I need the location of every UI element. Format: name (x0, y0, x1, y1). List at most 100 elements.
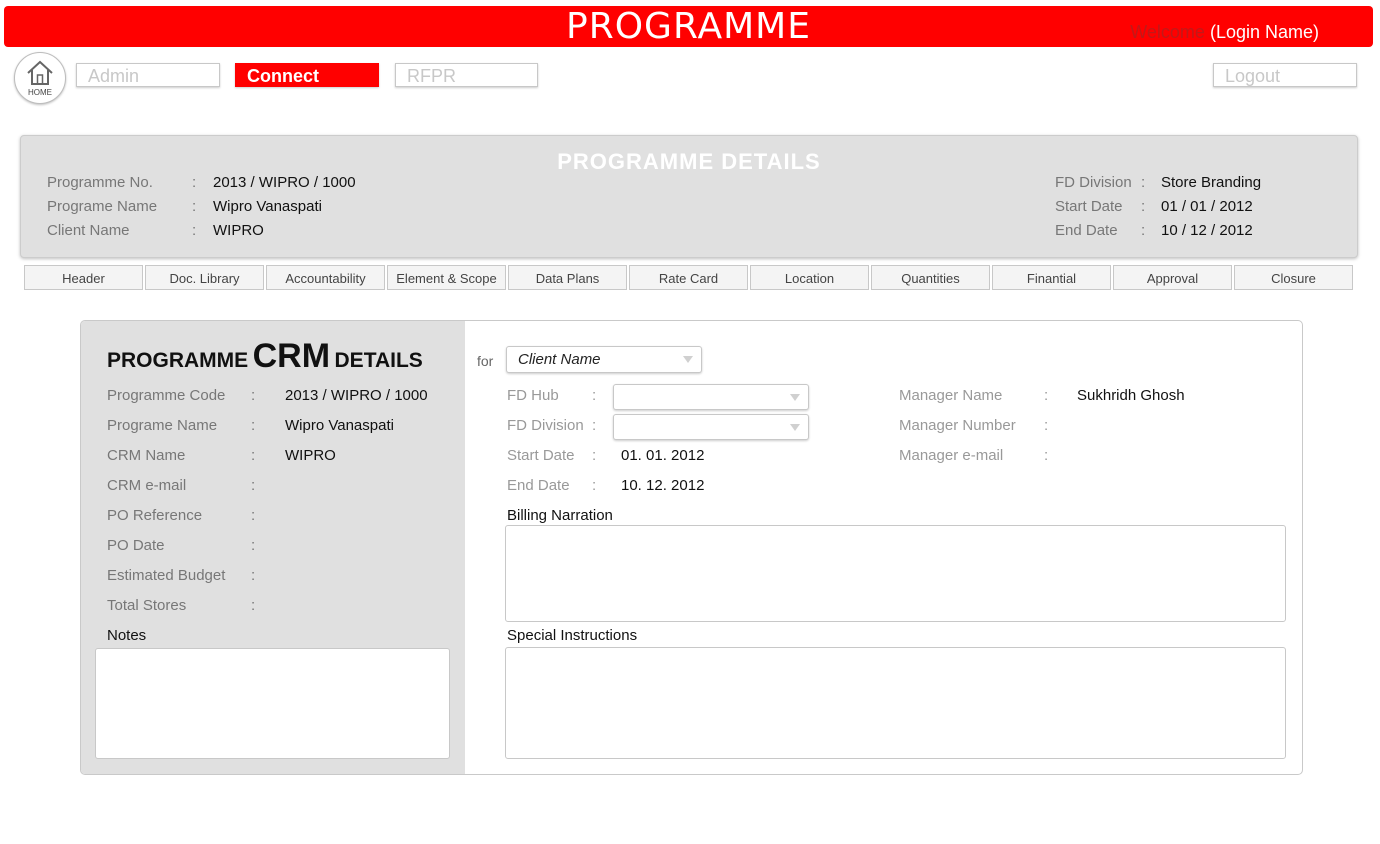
field-colon: : (251, 477, 256, 494)
detail-row-programme-no: Programme No.:2013 / WIPRO / 1000 (47, 174, 356, 192)
field-label: Manager e-mail (899, 447, 1004, 464)
tab-element-scope[interactable]: Element & Scope (387, 265, 506, 290)
detail-value: 2013 / WIPRO / 1000 (213, 174, 356, 191)
field-colon: : (592, 417, 597, 434)
field-colon: : (592, 447, 597, 464)
field-value: Sukhridh Ghosh (1077, 387, 1185, 404)
programme-details-panel: PROGRAMME DETAILS Programme No.:2013 / W… (20, 135, 1358, 258)
field-colon: : (592, 387, 597, 404)
title-programme: PROGRAMME (107, 349, 249, 372)
detail-colon: : (192, 198, 197, 215)
field-label: Manager Number (899, 417, 1016, 434)
section-tabs: Header Doc. Library Accountability Eleme… (24, 265, 1354, 290)
tab-finantial[interactable]: Finantial (992, 265, 1111, 290)
field-value: 2013 / WIPRO / 1000 (285, 387, 428, 404)
tab-header[interactable]: Header (24, 265, 143, 290)
field-colon: : (251, 387, 256, 404)
tab-approval[interactable]: Approval (1113, 265, 1232, 290)
field-label: PO Reference (107, 507, 203, 524)
detail-label: Client Name (47, 222, 130, 239)
crm-left-panel: PROGRAMME CRM DETAILS Programme Code: 201… (81, 321, 465, 774)
field-colon: : (251, 417, 256, 434)
special-instructions-textarea[interactable] (505, 647, 1286, 759)
detail-colon: : (1141, 174, 1146, 191)
detail-row-programme-name: Programe Name: Wipro Vanaspati (47, 198, 322, 216)
detail-row-start-date: Start Date:01 / 01 / 2012 (1055, 198, 1253, 216)
field-label: FD Hub (507, 387, 559, 404)
field-label: Programme Code (107, 387, 226, 404)
client-name-select[interactable]: Client Name (506, 346, 702, 373)
connect-button[interactable]: Connect (235, 63, 379, 87)
field-value: Wipro Vanaspati (285, 417, 394, 434)
tab-quantities[interactable]: Quantities (871, 265, 990, 290)
detail-value: 01 / 01 / 2012 (1161, 198, 1253, 215)
detail-label: Programme No. (47, 174, 153, 191)
detail-value: Store Branding (1161, 174, 1262, 191)
field-colon: : (251, 567, 256, 584)
crm-details-card: PROGRAMME CRM DETAILS Programme Code: 201… (80, 320, 1303, 775)
field-colon: : (1044, 447, 1049, 464)
detail-row-fd-division: FD Division: Store Branding (1055, 174, 1261, 192)
fd-division-select[interactable] (613, 414, 809, 440)
login-name[interactable]: (Login Name) (1210, 22, 1319, 42)
for-label: for (477, 353, 494, 369)
welcome-label: Welcome (1130, 22, 1205, 42)
logout-button[interactable]: Logout (1213, 63, 1357, 87)
client-name-select-value: Client Name (518, 351, 601, 368)
billing-narration-textarea[interactable] (505, 525, 1286, 622)
home-icon (27, 60, 53, 85)
field-label: Estimated Budget (107, 567, 226, 584)
field-value: WIPRO (285, 447, 336, 464)
title-bar: PROGRAMME Welcome (Login Name) (4, 6, 1373, 47)
tab-closure[interactable]: Closure (1234, 265, 1353, 290)
detail-colon: : (192, 174, 197, 191)
detail-value: WIPRO (213, 222, 264, 239)
tab-data-plans[interactable]: Data Plans (508, 265, 627, 290)
field-colon: : (251, 597, 256, 614)
detail-label: FD Division (1055, 174, 1132, 191)
special-instructions-label: Special Instructions (507, 627, 638, 644)
field-colon: : (592, 477, 597, 494)
admin-button[interactable]: Admin (76, 63, 220, 87)
field-label: CRM e-mail (107, 477, 187, 494)
field-colon: : (1044, 417, 1049, 434)
field-label: Start Date (507, 447, 575, 464)
programme-details-title: PROGRAMME DETAILS (557, 149, 821, 174)
chevron-down-icon (790, 424, 800, 431)
rfpr-button[interactable]: RFPR (395, 63, 538, 87)
home-button[interactable]: HOME (14, 52, 66, 104)
detail-colon: : (192, 222, 197, 239)
field-colon: : (1044, 387, 1049, 404)
crm-details-title: PROGRAMME CRM DETAILS (107, 337, 423, 376)
field-colon: : (251, 507, 256, 524)
billing-narration-label: Billing Narration (507, 507, 613, 524)
tab-location[interactable]: Location (750, 265, 869, 290)
detail-colon: : (1141, 222, 1146, 239)
title-details: DETAILS (334, 349, 423, 372)
welcome-text: Welcome (Login Name) (1130, 22, 1319, 42)
tab-accountability[interactable]: Accountability (266, 265, 385, 290)
detail-label: Programe Name (47, 198, 158, 215)
field-label: Manager Name (899, 387, 1003, 404)
detail-label: Start Date (1055, 198, 1123, 215)
detail-value: 10 / 12 / 2012 (1161, 222, 1253, 239)
chevron-down-icon (683, 356, 693, 363)
field-label: PO Date (107, 537, 165, 554)
chevron-down-icon (790, 394, 800, 401)
field-label: FD Division (507, 417, 584, 434)
notes-label: Notes (107, 627, 147, 644)
field-label: CRM Name (107, 447, 186, 464)
fd-hub-select[interactable] (613, 384, 809, 410)
home-label: HOME (28, 88, 52, 97)
detail-value: Wipro Vanaspati (213, 198, 322, 215)
title-crm: CRM (252, 337, 331, 375)
detail-label: End Date (1055, 222, 1118, 239)
detail-row-end-date: End Date:10 / 12 / 2012 (1055, 222, 1253, 240)
detail-row-client-name: Client Name: WIPRO (47, 222, 264, 240)
field-colon: : (251, 537, 256, 554)
tab-rate-card[interactable]: Rate Card (629, 265, 748, 290)
field-value: 10. 12. 2012 (621, 477, 705, 494)
tab-doc-library[interactable]: Doc. Library (145, 265, 264, 290)
notes-textarea[interactable] (95, 648, 450, 759)
field-label: Total Stores (107, 597, 187, 614)
